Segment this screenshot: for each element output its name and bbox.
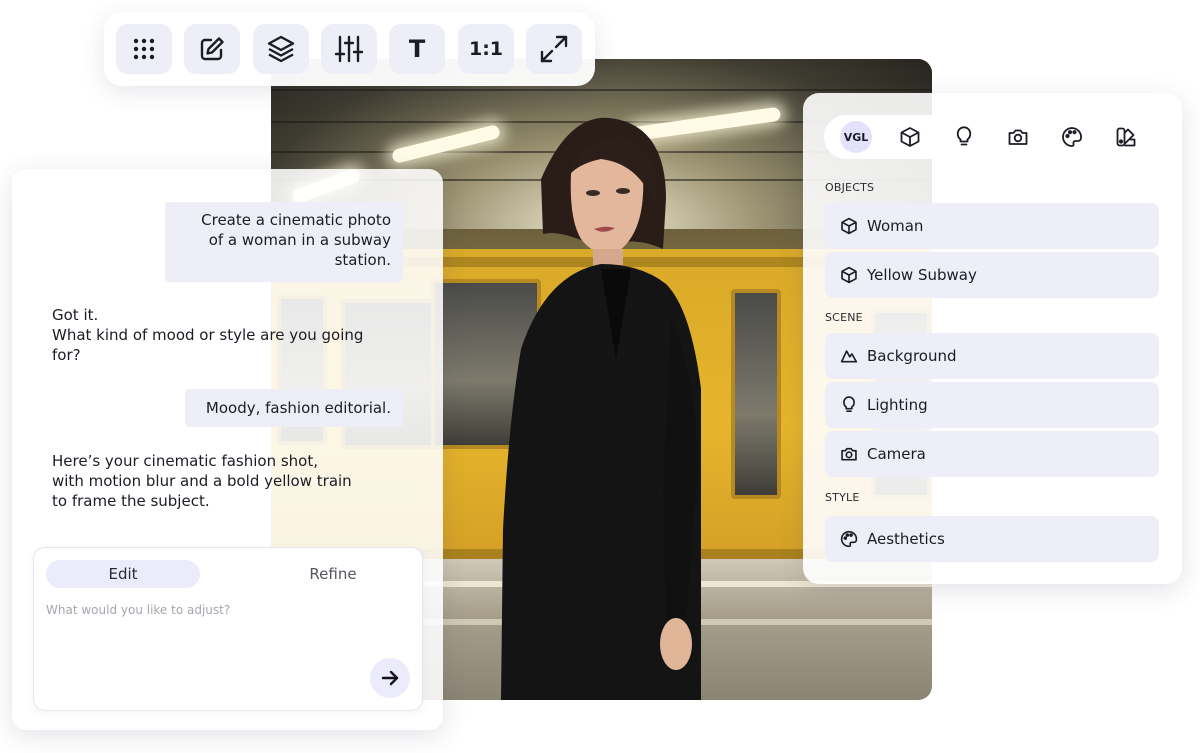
sliders-icon — [334, 34, 364, 64]
message-line: Here’s your cinematic fashion shot, — [52, 452, 319, 470]
aspect-ratio-button[interactable]: 1:1 — [458, 24, 514, 74]
adjustments-button[interactable] — [321, 24, 377, 74]
item-label: Yellow Subway — [867, 266, 977, 284]
cube-icon — [839, 216, 859, 236]
object-item-yellow-subway[interactable]: Yellow Subway — [825, 252, 1159, 298]
tab-camera[interactable] — [1002, 121, 1034, 153]
expand-icon — [539, 34, 569, 64]
tab-edit[interactable]: Edit — [46, 560, 200, 588]
section-title-objects: OBJECTS — [825, 181, 875, 194]
item-label: Background — [867, 347, 957, 365]
aspect-ratio-icon: 1:1 — [468, 38, 504, 60]
section-title-style: STYLE — [825, 491, 860, 504]
tab-lighting[interactable] — [948, 121, 980, 153]
grid-button[interactable] — [116, 24, 172, 74]
tab-refine[interactable]: Refine — [256, 560, 410, 588]
item-label: Aesthetics — [867, 530, 945, 548]
lightbulb-icon — [953, 126, 975, 148]
palette-icon — [839, 529, 859, 549]
camera-icon — [1007, 126, 1029, 148]
image-toolbar: T 1:1 — [104, 12, 595, 86]
adjust-input[interactable] — [46, 600, 376, 620]
item-label: Woman — [867, 217, 924, 235]
tab-style[interactable] — [1056, 121, 1088, 153]
swatch-icon — [1115, 126, 1137, 148]
message-line: Got it. — [52, 306, 99, 324]
item-label: Camera — [867, 445, 926, 463]
edit-button[interactable] — [184, 24, 240, 74]
panel-tab-bar: VGL — [824, 115, 1160, 159]
message-line: Moody, fashion editorial. — [205, 399, 391, 417]
layers-icon — [266, 34, 296, 64]
scene-item-lighting[interactable]: Lighting — [825, 382, 1159, 428]
user-message: Create a cinematic photo of a woman in a… — [165, 202, 403, 282]
scene-item-background[interactable]: Background — [825, 333, 1159, 379]
assistant-message: Got it. What kind of mood or style are y… — [52, 305, 392, 365]
user-message: Moody, fashion editorial. — [185, 389, 403, 427]
scene-panel: VGL OBJECTS Woman Yellow Subway SCENE Ba… — [803, 93, 1182, 584]
palette-icon — [1061, 126, 1083, 148]
message-line: to frame the subject. — [52, 492, 210, 510]
send-button[interactable] — [370, 658, 410, 698]
lightbulb-icon — [839, 395, 859, 415]
tab-objects[interactable] — [894, 121, 926, 153]
object-item-woman[interactable]: Woman — [825, 203, 1159, 249]
text-icon: T — [408, 35, 426, 63]
grid-dots-icon — [132, 37, 156, 61]
assistant-message: Here’s your cinematic fashion shot, with… — [52, 451, 392, 511]
message-line: for? — [52, 346, 81, 364]
tab-vgl[interactable]: VGL — [840, 121, 872, 153]
expand-button[interactable] — [526, 24, 582, 74]
message-line: with motion blur and a bold yellow train — [52, 472, 352, 490]
tab-swatches[interactable] — [1110, 121, 1142, 153]
cube-icon — [839, 265, 859, 285]
message-line: station. — [334, 251, 391, 269]
cube-icon — [899, 126, 921, 148]
message-line: What kind of mood or style are you going — [52, 326, 364, 344]
message-line: of a woman in a subway — [208, 231, 391, 249]
message-line: Create a cinematic photo — [201, 211, 391, 229]
text-button[interactable]: T — [389, 24, 445, 74]
arrow-right-icon — [380, 668, 400, 688]
layers-button[interactable] — [253, 24, 309, 74]
chat-panel: Create a cinematic photo of a woman in a… — [12, 169, 443, 730]
prompt-composer: Edit Refine — [33, 547, 423, 711]
style-item-aesthetics[interactable]: Aesthetics — [825, 516, 1159, 562]
item-label: Lighting — [867, 396, 928, 414]
scene-item-camera[interactable]: Camera — [825, 431, 1159, 477]
camera-icon — [839, 444, 859, 464]
mountain-icon — [839, 346, 859, 366]
edit-icon — [198, 35, 226, 63]
section-title-scene: SCENE — [825, 311, 863, 324]
